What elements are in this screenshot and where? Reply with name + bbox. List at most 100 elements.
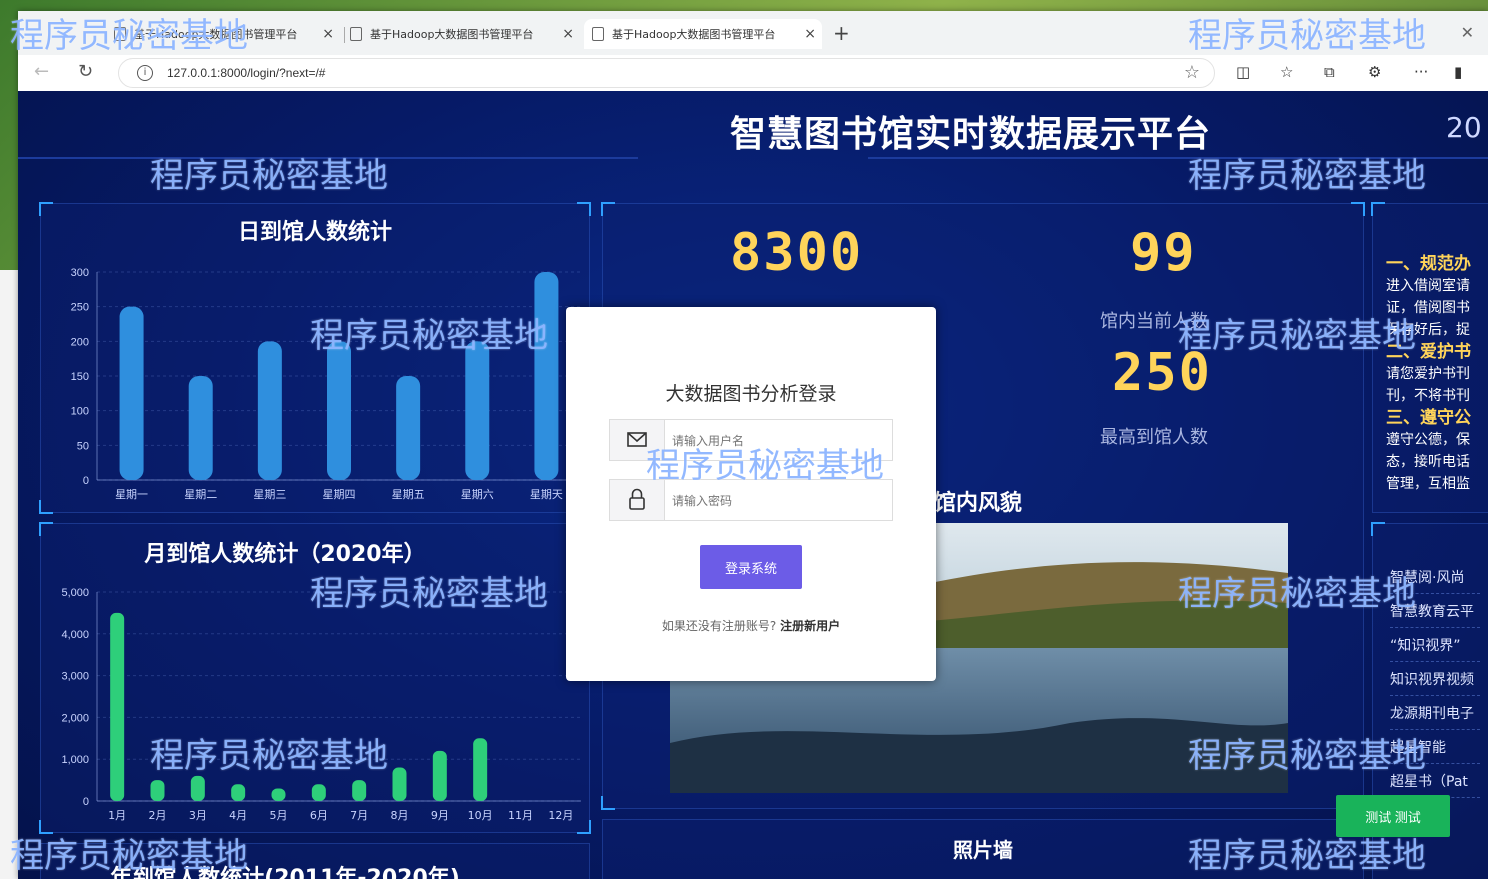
x-tick-label: 8月	[391, 809, 409, 822]
watermark: 程序员秘密基地	[10, 16, 248, 56]
panel-corner	[601, 202, 615, 216]
browser-tab-active[interactable]: 基于Hadoop大数据图书管理平台 ×	[584, 19, 822, 49]
back-icon[interactable]: ←	[34, 61, 49, 82]
x-tick-label: 星期一	[115, 488, 148, 501]
extension-icon[interactable]: ⚙	[1368, 63, 1381, 81]
more-icon[interactable]: ···	[1414, 63, 1428, 81]
register-link[interactable]: 注册新用户	[780, 619, 840, 633]
total-visitors-number: 8300	[730, 223, 864, 283]
x-tick-label: 6月	[310, 809, 328, 822]
x-tick-label: 星期四	[323, 488, 356, 501]
site-info-icon[interactable]: i	[137, 65, 153, 81]
bar	[396, 376, 421, 480]
x-tick-label: 星期天	[530, 488, 563, 501]
rule-line: 请您爱护书刊	[1386, 366, 1470, 382]
resource-list-item[interactable]: 知识视界视频	[1390, 665, 1480, 696]
rule-heading: 三、遵守公	[1386, 408, 1471, 428]
max-visitors-label: 最高到馆人数	[1100, 427, 1208, 448]
favorites-icon[interactable]: ☆	[1280, 63, 1293, 81]
sidebar-icon[interactable]: ▮	[1454, 63, 1462, 81]
watermark: 程序员秘密基地	[1188, 156, 1426, 196]
tab-label: 基于Hadoop大数据图书管理平台	[612, 28, 776, 41]
page-icon	[592, 27, 604, 41]
bar	[432, 750, 447, 801]
collections-icon[interactable]: ⧉	[1324, 63, 1335, 81]
x-tick-label: 1月	[108, 809, 126, 822]
close-tab-icon[interactable]: ×	[804, 26, 816, 42]
watermark: 程序员秘密基地	[646, 446, 884, 486]
url-text[interactable]: 127.0.0.1:8000/login/?next=/#	[167, 66, 325, 80]
bar	[271, 788, 286, 801]
register-prompt: 如果还没有注册账号? 注册新用户	[566, 617, 936, 634]
x-tick-label: 星期二	[184, 488, 217, 501]
daily-visitors-panel: 日到馆人数统计 0 50 100 150 200 250 300 星期一 星期二 星期三 星期四 星期…	[39, 202, 591, 514]
panel-corner	[1371, 522, 1385, 536]
bar	[392, 767, 407, 801]
watermark: 程序员秘密基地	[1188, 836, 1426, 876]
resource-list-item[interactable]: “知识视界”	[1390, 631, 1480, 662]
current-visitors-number: 99	[1130, 223, 1197, 283]
rule-heading: 一、规范办	[1386, 254, 1471, 274]
watermark: 程序员秘密基地	[10, 836, 248, 876]
dashboard-title: 智慧图书馆实时数据展示平台	[730, 114, 1212, 155]
panel-corner	[601, 796, 615, 810]
bar	[327, 341, 351, 480]
y-tick-label: 0	[83, 475, 89, 487]
scenery-title: 馆内风貌	[934, 491, 1023, 516]
bar	[231, 784, 246, 801]
y-tick-label: 5,000	[61, 587, 89, 599]
x-tick-label: 4月	[229, 809, 247, 822]
bar	[473, 738, 488, 801]
x-tick-label: 星期五	[392, 488, 425, 501]
header-date: 20	[1446, 111, 1482, 144]
watermark: 程序员秘密基地	[1188, 736, 1426, 776]
reload-icon[interactable]: ↻	[78, 61, 93, 82]
y-tick-label: 150	[71, 371, 89, 383]
y-tick-label: 4,000	[61, 629, 89, 641]
background-window-edge	[0, 270, 19, 879]
library-rules: 一、规范办 进入借阅室请 证，借阅图书 保存好后，捉 二、爱护书 请您爱护书刊 …	[1386, 253, 1471, 495]
window-close-icon[interactable]: ✕	[1461, 23, 1474, 42]
y-tick-label: 3,000	[61, 671, 89, 683]
bar	[110, 612, 125, 801]
bar	[119, 306, 144, 480]
address-bar[interactable]: i 127.0.0.1:8000/login/?next=/# ☆	[118, 58, 1215, 88]
browser-tab-2[interactable]: 基于Hadoop大数据图书管理平台 ×	[350, 19, 580, 49]
y-tick-label: 50	[77, 440, 89, 452]
watermark: 程序员秘密基地	[150, 736, 388, 776]
tab-label: 基于Hadoop大数据图书管理平台	[370, 28, 534, 41]
address-bar-row: ← ↻ i 127.0.0.1:8000/login/?next=/# ☆ ◫ …	[18, 55, 1488, 92]
close-tab-icon[interactable]: ×	[562, 26, 574, 42]
bar	[311, 784, 326, 801]
y-tick-label: 300	[71, 267, 89, 279]
bar	[465, 341, 490, 480]
login-submit-button[interactable]: 登录系统	[700, 545, 802, 589]
x-tick-label: 9月	[431, 809, 449, 822]
favorite-star-icon[interactable]: ☆	[1184, 62, 1200, 83]
rule-line: 刊，不将书刊	[1386, 388, 1470, 404]
x-tick-label: 7月	[350, 809, 368, 822]
x-tick-label: 3月	[189, 809, 207, 822]
resource-list-item[interactable]: 龙源期刊电子	[1390, 699, 1480, 730]
new-tab-button[interactable]: +	[833, 21, 850, 45]
rule-line: 遵守公德，保	[1386, 432, 1470, 448]
y-tick-label: 0	[83, 796, 89, 808]
watermark: 程序员秘密基地	[310, 574, 548, 614]
bar	[534, 272, 559, 480]
x-tick-label: 星期三	[253, 488, 286, 501]
register-prompt-text: 如果还没有注册账号?	[661, 619, 777, 633]
login-dialog: 大数据图书分析登录 登录系统 如果还没有注册账号? 注册新用户	[566, 307, 936, 681]
bar	[188, 376, 213, 480]
rule-line: 进入借阅室请	[1386, 278, 1470, 294]
y-tick-label: 200	[71, 336, 89, 348]
x-tick-label: 2月	[149, 809, 167, 822]
panel-corner	[1351, 202, 1365, 216]
x-tick-label: 11月	[508, 809, 533, 822]
password-input[interactable]	[670, 486, 884, 516]
login-title: 大数据图书分析登录	[665, 383, 837, 405]
y-tick-label: 2,000	[61, 712, 89, 724]
split-screen-icon[interactable]: ◫	[1236, 63, 1250, 81]
watermark: 程序员秘密基地	[150, 156, 388, 196]
bar	[150, 780, 165, 801]
close-tab-icon[interactable]: ×	[322, 26, 334, 42]
